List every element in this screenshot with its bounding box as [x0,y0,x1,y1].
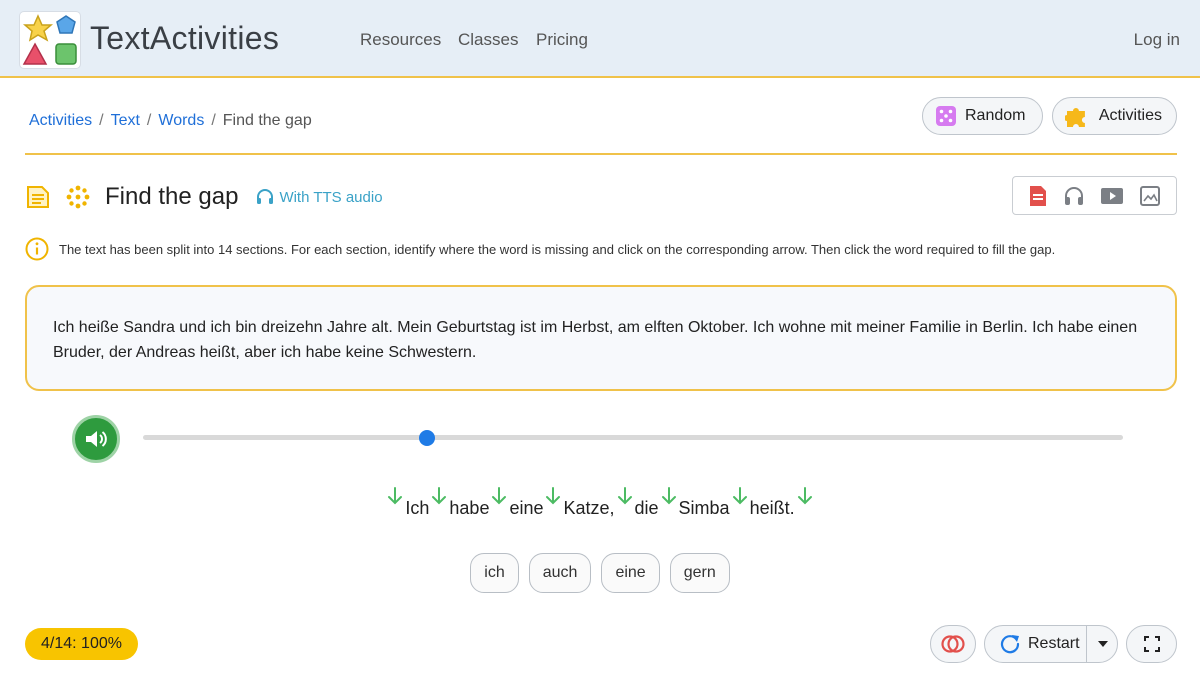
page-title: Find the gap [105,183,239,210]
brand-name[interactable]: TextActivities [90,20,279,57]
sentence-word: Simba [678,498,730,518]
puzzle-icon [1065,108,1085,127]
breadcrumb-text[interactable]: Text [111,112,140,129]
gap-arrow[interactable] [730,486,750,508]
audio-progress-track[interactable] [143,435,1123,440]
restart-label: Restart [1028,635,1080,652]
video-mode-icon[interactable] [1100,186,1124,206]
headphones-icon [257,189,274,204]
gap-arrow[interactable] [489,486,509,508]
activities-button-label: Activities [1098,107,1162,124]
choice-gern[interactable]: gern [669,553,730,593]
score-badge: 4/14: 100% [25,628,138,660]
dice-icon [936,106,956,126]
choice-ich[interactable]: ich [470,553,519,593]
restart-dropdown-button[interactable] [1087,625,1118,663]
breadcrumb: Activities / Text / Words / Find the gap [29,112,312,130]
sentence-word: habe [449,498,490,518]
rings-icon [941,635,965,653]
nav-resources[interactable]: Resources [360,30,441,50]
activities-button[interactable]: Activities [1052,97,1177,135]
gap-arrow[interactable] [543,486,563,508]
info-icon [25,237,49,261]
speaker-icon [86,431,107,447]
breadcrumb-separator: / [211,112,216,129]
tts-label: With TTS audio [279,188,383,206]
nav-classes[interactable]: Classes [458,30,518,50]
gap-arrow[interactable] [659,486,679,508]
random-button-label: Random [965,107,1026,124]
word-choices: ich auch eine gern [0,553,1200,593]
random-button[interactable]: Random [922,97,1043,135]
caret-down-icon [1097,641,1108,647]
reset-button[interactable] [930,625,976,663]
choice-eine[interactable]: eine [601,553,660,593]
sentence-word: heißt. [749,498,795,518]
top-navbar: TextActivities Resources Classes Pricing… [0,0,1200,78]
sentence-word: eine [509,498,544,518]
document-icon [27,186,49,208]
activity-header: Find the gap With TTS audio [25,180,383,214]
tts-badge: With TTS audio [256,188,383,206]
text-mode-icon[interactable] [1028,185,1048,207]
dots-icon [66,185,90,209]
passage-box: Ich heiße Sandra und ich bin dreizehn Ja… [25,285,1177,391]
breadcrumb-separator: / [146,112,152,129]
media-mode-group [1012,176,1177,215]
breadcrumb-activities[interactable]: Activities [29,112,92,129]
sentence-word: Katze, [563,498,615,518]
breadcrumb-current: Find the gap [222,112,312,129]
gap-arrow[interactable] [429,486,449,508]
sentence-word: Ich [405,498,430,518]
passage-text: Ich heiße Sandra und ich bin dreizehn Ja… [53,319,1138,361]
audio-mode-icon[interactable] [1063,185,1085,207]
sentence-word: die [634,498,659,518]
image-mode-icon[interactable] [1139,185,1161,207]
instructions: The text has been split into 14 sections… [25,237,1055,261]
fullscreen-button[interactable] [1126,625,1177,663]
instructions-text: The text has been split into 14 sections… [59,241,1056,257]
breadcrumb-words[interactable]: Words [158,112,204,129]
refresh-icon [1000,635,1020,654]
logo-icon[interactable] [20,12,80,68]
fullscreen-icon [1143,636,1160,652]
sentence-line: Ich habe eine Katze, die Simba heißt. [0,486,1200,519]
nav-pricing[interactable]: Pricing [536,30,588,50]
choice-auch[interactable]: auch [528,553,592,593]
audio-progress-thumb[interactable] [419,430,436,446]
gap-arrow[interactable] [795,486,815,508]
breadcrumb-separator: / [99,112,104,129]
divider [25,153,1177,155]
gap-arrow[interactable] [385,486,405,508]
login-link[interactable]: Log in [1134,30,1180,50]
play-audio-button[interactable] [72,415,120,463]
gap-arrow[interactable] [615,486,635,508]
